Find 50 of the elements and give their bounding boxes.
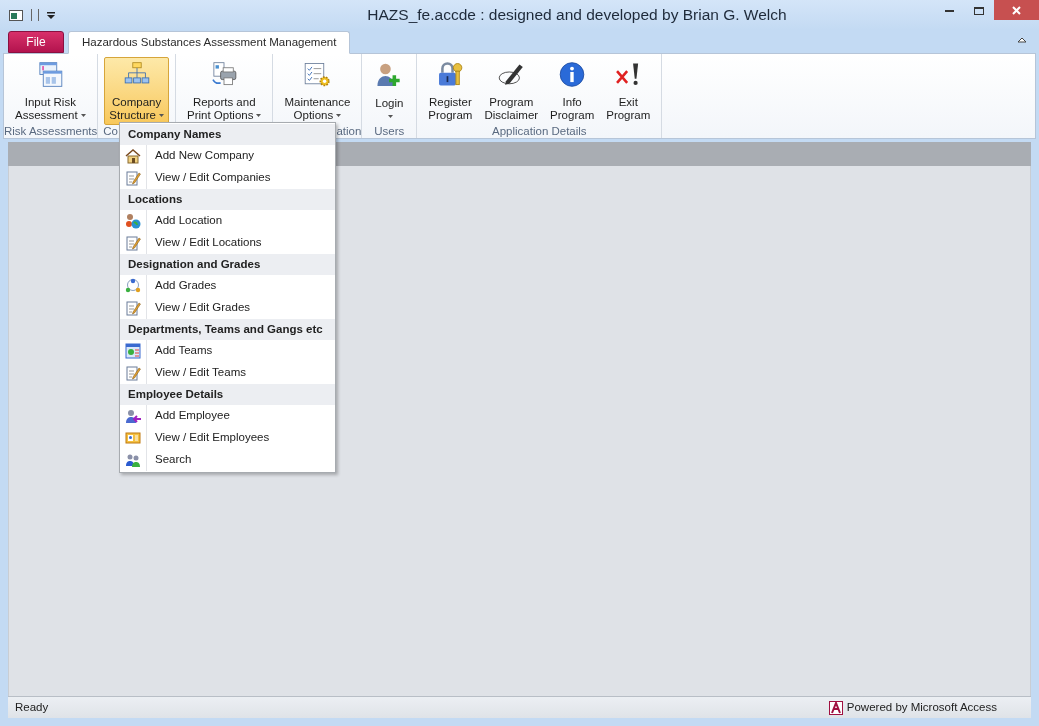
menu-item[interactable]: View / Edit Teams (120, 362, 335, 384)
menu-item[interactable]: Add Employee (120, 405, 335, 427)
window-title: HAZS_fe.accde : designed and developed by Brian G. Welch (366, 5, 788, 26)
location-icon (125, 213, 141, 229)
ribbon-button[interactable]: Program Disclaimer (479, 57, 544, 125)
group-label: ation (336, 125, 362, 137)
access-app-icon (9, 9, 23, 21)
person-arrow-icon (125, 408, 141, 424)
collapse-ribbon-icon[interactable] (1017, 36, 1027, 43)
contact-card-icon (125, 430, 141, 446)
edit-icon (125, 365, 141, 381)
menu-item[interactable]: Add Grades (120, 275, 335, 297)
menu-heading: Locations (128, 191, 183, 207)
menu-heading: Designation and Grades (128, 256, 261, 272)
menu-heading: Employee Details (128, 386, 224, 402)
status-text: Ready (14, 699, 50, 715)
ribbon-tab[interactable]: Hazardous Substances Assessment Management (68, 31, 351, 54)
ribbon-button[interactable]: Input Risk Assessment (10, 57, 91, 125)
group-label: Risk Assessments (4, 125, 98, 137)
ribbon-button[interactable]: Info Program (545, 57, 600, 125)
house-icon (125, 148, 141, 164)
team-form-icon (125, 343, 141, 359)
menu-heading: Company Names (128, 126, 222, 142)
people-icon (125, 452, 141, 468)
ribbon-button[interactable]: Company Structure (104, 57, 169, 125)
edit-icon (125, 170, 141, 186)
group-label: Application Details (492, 125, 587, 137)
close-button[interactable] (994, 0, 1039, 20)
menu-item[interactable]: Search (120, 449, 335, 471)
ribbon-button[interactable]: Register Program (423, 57, 478, 125)
group-label: Users (374, 125, 405, 137)
file-tab[interactable]: File (8, 31, 64, 53)
ribbon-button[interactable]: Login (368, 57, 411, 125)
menu-item[interactable]: View / Edit Companies (120, 167, 335, 189)
menu-item[interactable]: Add New Company (120, 145, 335, 167)
menu-item[interactable]: View / Edit Employees (120, 427, 335, 449)
customize-toolbar-icon[interactable] (47, 11, 55, 19)
ribbon-button[interactable]: Exit Program (601, 57, 656, 125)
edit-icon (125, 300, 141, 316)
access-logo-icon (828, 700, 843, 715)
close-icon (1012, 5, 1021, 15)
menu-item[interactable]: View / Edit Grades (120, 297, 335, 319)
group-label: Co (103, 125, 118, 137)
menu-item[interactable]: View / Edit Locations (120, 232, 335, 254)
powered-by-text: Powered by Microsoft Access (846, 699, 997, 715)
menu-item[interactable]: Add Teams (120, 340, 335, 362)
people-network-icon (125, 278, 141, 294)
menu-item[interactable]: Add Location (120, 210, 335, 232)
edit-icon (125, 235, 141, 251)
menu-heading: Departments, Teams and Gangs etc (128, 321, 323, 337)
